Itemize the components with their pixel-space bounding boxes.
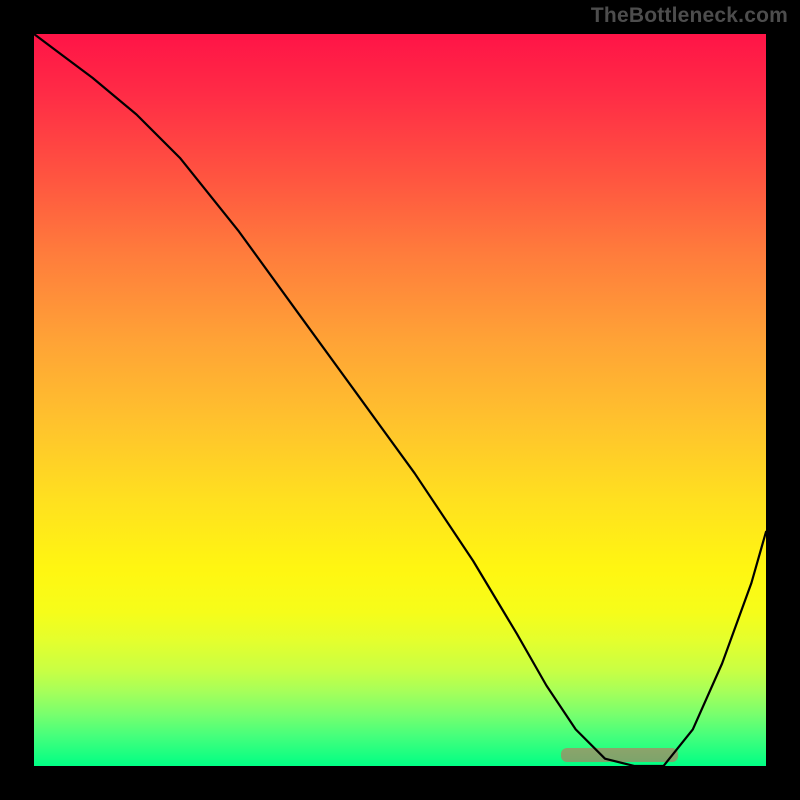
plot-area bbox=[34, 34, 766, 766]
watermark-text: TheBottleneck.com bbox=[591, 4, 788, 28]
bottleneck-curve bbox=[34, 34, 766, 766]
minimum-band bbox=[561, 748, 678, 762]
chart-frame: TheBottleneck.com bbox=[0, 0, 800, 800]
curve-layer bbox=[34, 34, 766, 766]
